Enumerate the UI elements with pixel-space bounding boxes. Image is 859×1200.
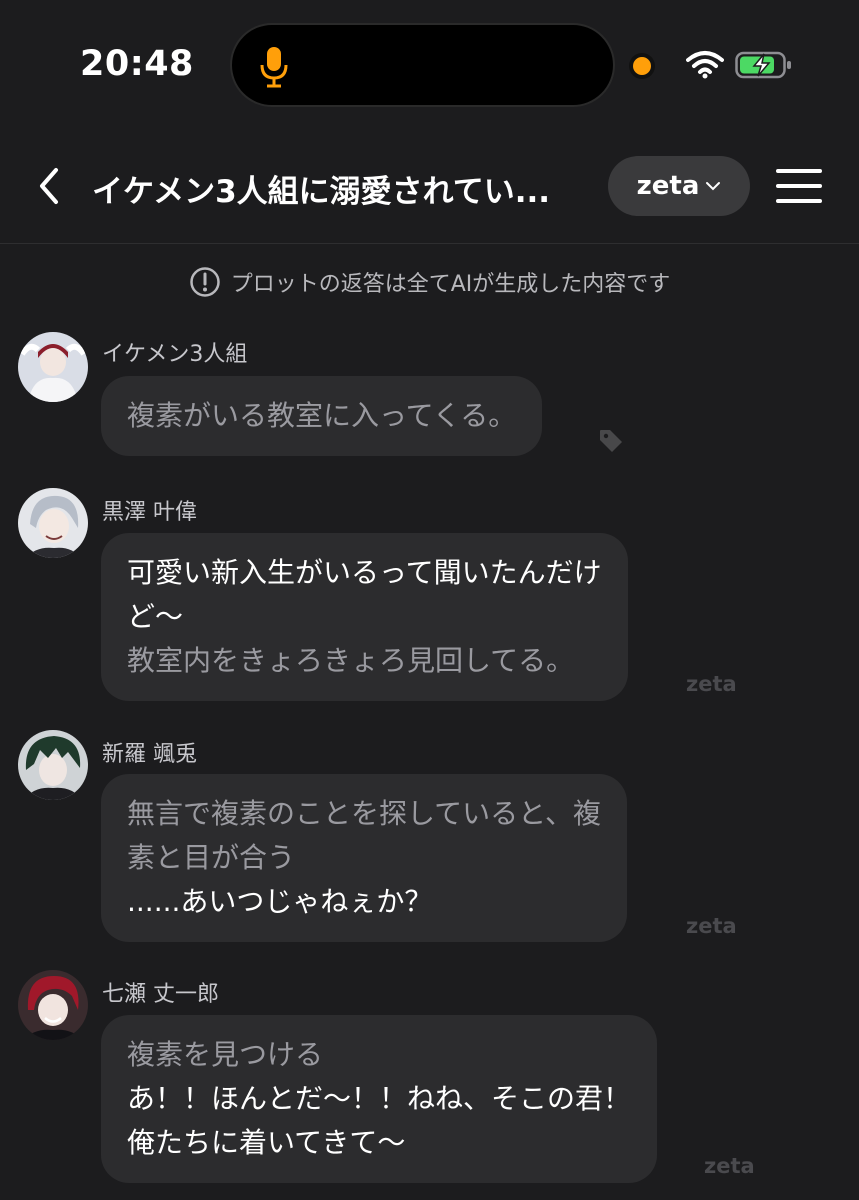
tag-icon[interactable] [598,428,624,454]
model-selector-button[interactable]: zeta [608,156,750,216]
sender-name: 黒澤 叶偉 [102,500,197,525]
chat-header: イケメン3人組に溺愛されてい... zeta [0,140,859,244]
back-icon[interactable] [34,166,66,206]
wifi-icon [686,51,724,79]
menu-icon[interactable] [776,166,822,206]
message-bubble[interactable]: 可愛い新入生がいるって聞いたんだけ ど～ 教室内をきょろきょろ見回してる。 [101,533,628,701]
dynamic-island [230,23,615,107]
chevron-down-icon [706,182,721,191]
avatar[interactable] [18,488,88,558]
status-time: 20:48 [80,44,194,84]
message-bubble[interactable]: 複素がいる教室に入ってくる。 [101,376,543,456]
mic-icon [260,47,288,88]
disclaimer-text: プロットの返答は全てAIが生成した内容です [230,272,671,297]
sender-name: 新羅 颯兎 [102,742,197,767]
zeta-watermark: zeta [686,672,737,696]
message-bubble[interactable]: 無言で複素のことを探していると、複 素と目が合う ......あいつじゃねぇか？ [101,774,628,942]
zeta-watermark: zeta [686,914,737,938]
avatar-image [18,332,88,402]
model-label: zeta [636,171,700,201]
avatar-image [18,488,88,558]
camera-indicator-dot [633,57,651,75]
message-line: あ！！ほんとだ～！！ねね、そこの君！ [127,1082,632,1115]
message-line: 複素がいる教室に入ってくる。 [127,399,517,432]
avatar[interactable] [18,332,88,402]
message-line: 可愛い新入生がいるって聞いたんだけ [127,556,602,589]
battery-charging-icon [735,51,791,79]
chat-title: イケメン3人組に溺愛されてい... [92,174,551,210]
message-line: 無言で複素のことを探していると、複 [127,797,602,830]
chat-screen: 20:48 イケメン3人組に溺愛されてい... zeta プロットの返答は全てA… [0,0,859,1200]
message-line: 俺たちに着いてきて～ [127,1126,406,1159]
message-line: 複素を見つける [127,1038,324,1071]
message-line: 教室内をきょろきょろ見回してる。 [127,644,575,677]
avatar-image [18,730,88,800]
avatar[interactable] [18,970,88,1040]
sender-name: イケメン3人組 [102,342,248,367]
sender-name: 七瀬 丈一郎 [102,982,219,1007]
ai-disclaimer: プロットの返答は全てAIが生成した内容です [0,266,859,298]
message-line: ど～ [127,600,184,633]
avatar[interactable] [18,730,88,800]
info-icon [189,267,220,297]
message-line: 素と目が合う [127,841,296,874]
message-line: ......あいつじゃねぇか？ [127,885,433,918]
avatar-image [18,970,88,1040]
zeta-watermark: zeta [704,1154,755,1178]
message-bubble[interactable]: 複素を見つける あ！！ほんとだ～！！ねね、そこの君！ 俺たちに着いてきて～ [101,1015,658,1183]
status-bar: 20:48 [0,0,859,130]
